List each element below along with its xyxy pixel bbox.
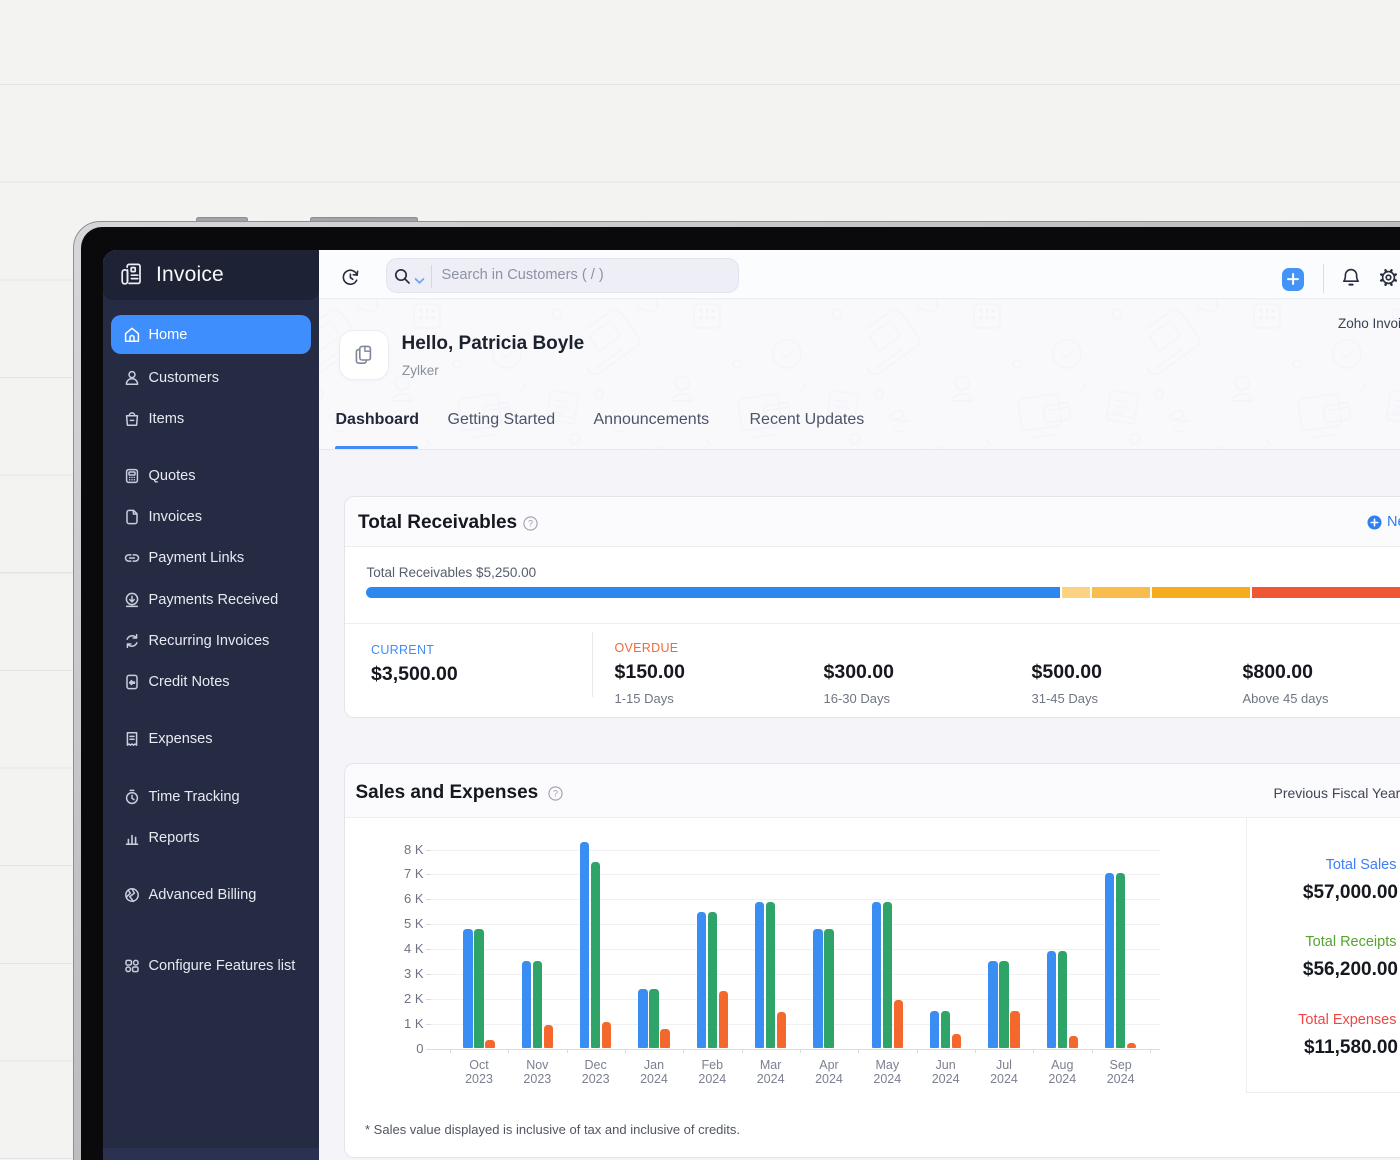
svg-text:?: ? xyxy=(552,788,557,798)
svg-text:?: ? xyxy=(528,518,533,528)
